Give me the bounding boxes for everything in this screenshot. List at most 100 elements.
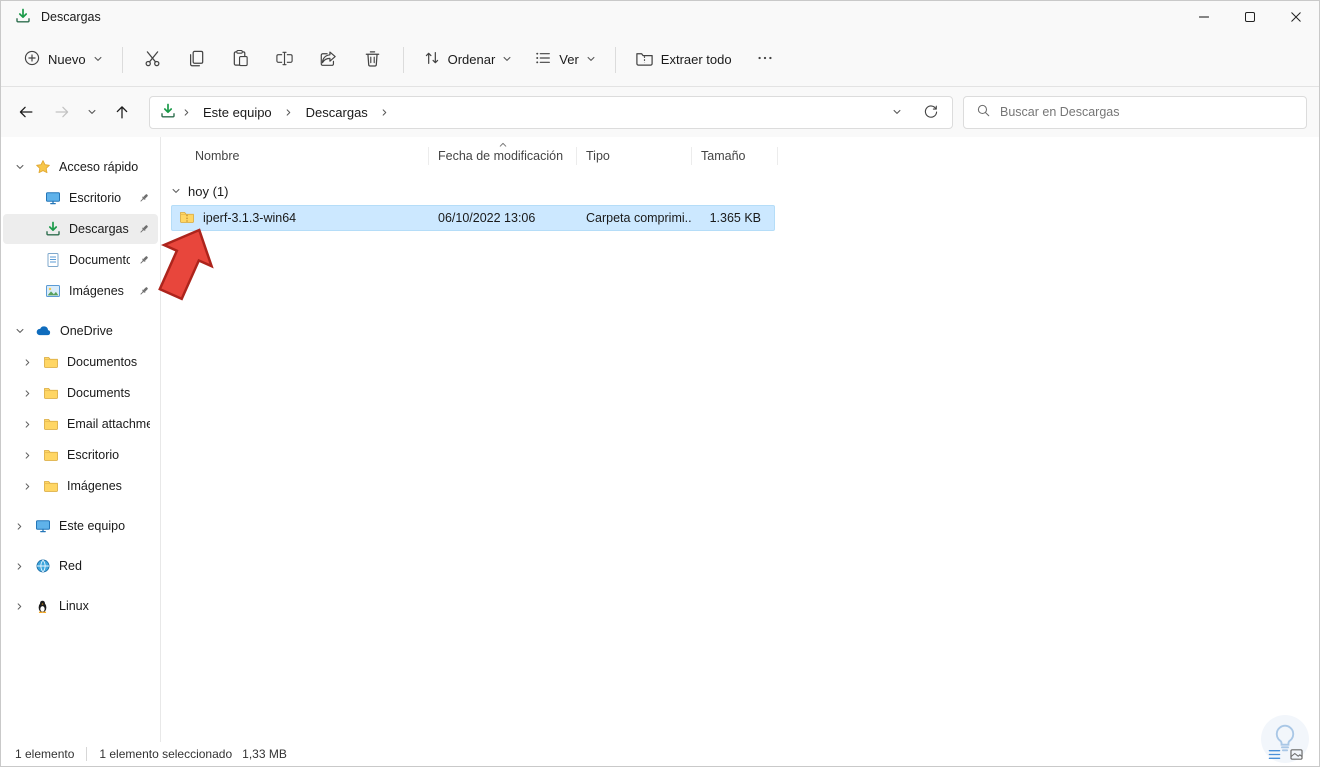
sidebar-item-onedrive[interactable]: OneDrive — [3, 316, 158, 346]
breadcrumb-this-pc[interactable]: Este equipo — [196, 101, 279, 124]
sidebar-item-onedrive-email-attachments[interactable]: Email attachments — [3, 409, 158, 439]
column-header-size[interactable]: Tamaño — [692, 147, 778, 165]
sidebar-item-onedrive-documents[interactable]: Documents — [3, 378, 158, 408]
group-header-today[interactable]: hoy (1) — [161, 179, 1319, 203]
sidebar-label: Imágenes — [67, 479, 122, 493]
view-icon — [534, 49, 552, 70]
document-icon — [45, 252, 61, 268]
sidebar-item-onedrive-imagenes[interactable]: Imágenes — [3, 471, 158, 501]
up-button[interactable] — [105, 95, 139, 129]
sidebar-item-network[interactable]: Red — [3, 551, 158, 581]
sidebar-item-imagenes[interactable]: Imágenes — [3, 276, 158, 306]
share-button[interactable] — [308, 42, 350, 78]
toolbar-divider — [402, 46, 404, 73]
sidebar-item-descargas[interactable]: Descargas — [3, 214, 158, 244]
linux-penguin-icon — [35, 599, 51, 614]
sidebar-label: Documentos — [67, 355, 138, 369]
rename-button[interactable] — [264, 42, 306, 78]
chevron-right-icon[interactable] — [23, 420, 35, 429]
search-box[interactable] — [963, 95, 1307, 129]
trash-icon — [363, 49, 382, 71]
delete-button[interactable] — [352, 42, 394, 78]
back-button[interactable] — [9, 95, 43, 129]
file-type: Carpeta comprimi... — [586, 211, 691, 225]
sort-button[interactable]: Ordenar — [413, 42, 523, 78]
downloads-icon — [45, 221, 61, 237]
chevron-down-icon[interactable] — [15, 326, 27, 336]
column-header-date[interactable]: Fecha de modificación — [429, 142, 577, 165]
sidebar-item-quick-access[interactable]: Acceso rápido — [3, 152, 158, 182]
chevron-right-icon[interactable] — [23, 358, 35, 367]
minimize-button[interactable] — [1181, 1, 1227, 33]
sidebar-item-onedrive-escritorio[interactable]: Escritorio — [3, 440, 158, 470]
large-icons-view-button[interactable] — [1288, 746, 1305, 763]
forward-button[interactable] — [45, 95, 79, 129]
file-row-selected[interactable]: iperf-3.1.3-win64 06/10/2022 13:06 Carpe… — [171, 205, 775, 231]
view-button[interactable]: Ver — [524, 42, 606, 78]
plus-icon — [23, 49, 41, 70]
chevron-down-icon — [93, 52, 103, 67]
sidebar-label: Imágenes — [69, 284, 124, 298]
sidebar-label: Linux — [59, 599, 89, 613]
sidebar-label: Escritorio — [67, 448, 120, 462]
status-bar: 1 elemento 1 elemento seleccionado 1,33 … — [1, 742, 1319, 766]
details-view-button[interactable] — [1266, 746, 1283, 763]
share-icon — [319, 49, 338, 71]
command-bar: Nuevo Ordenar Ver Extraer todo — [1, 33, 1319, 87]
address-bar[interactable]: Este equipo Descargas — [149, 95, 953, 129]
status-selection: 1 elemento seleccionado — [99, 747, 233, 761]
column-label: Tamaño — [701, 149, 746, 163]
chevron-right-icon[interactable] — [23, 482, 35, 491]
extract-all-button[interactable]: Extraer todo — [625, 42, 742, 78]
chevron-down-icon[interactable] — [171, 184, 181, 199]
search-icon — [976, 103, 991, 121]
chevron-right-icon[interactable] — [15, 602, 27, 611]
more-options-button[interactable] — [744, 42, 786, 78]
sidebar-item-escritorio[interactable]: Escritorio — [3, 183, 158, 213]
file-size: 1.365 KB — [709, 211, 761, 225]
file-date: 06/10/2022 13:06 — [438, 211, 536, 225]
chevron-right-icon[interactable] — [15, 522, 27, 531]
file-list-pane: Nombre Fecha de modificación Tipo Tamaño… — [161, 137, 1319, 742]
sidebar-label: Escritorio — [69, 191, 122, 205]
column-header-type[interactable]: Tipo — [577, 147, 692, 165]
sidebar-label: Descargas — [69, 222, 129, 236]
sidebar-item-linux[interactable]: Linux — [3, 591, 158, 621]
chevron-down-icon[interactable] — [15, 162, 27, 172]
copy-button[interactable] — [176, 42, 218, 78]
chevron-right-icon[interactable] — [377, 108, 393, 117]
sidebar-item-documentos[interactable]: Documentos — [3, 245, 158, 275]
breadcrumb-downloads[interactable]: Descargas — [299, 101, 375, 124]
sidebar-item-this-pc[interactable]: Este equipo — [3, 511, 158, 541]
sidebar-item-onedrive-documentos[interactable]: Documentos — [3, 347, 158, 377]
search-input[interactable] — [1000, 105, 1294, 119]
recent-locations-button[interactable] — [81, 95, 103, 129]
chevron-right-icon[interactable] — [23, 389, 35, 398]
chevron-right-icon[interactable] — [23, 451, 35, 460]
copy-icon — [187, 49, 206, 71]
chevron-right-icon[interactable] — [281, 108, 297, 117]
new-button[interactable]: Nuevo — [13, 42, 113, 78]
sidebar-label: Red — [59, 559, 82, 573]
column-label: Nombre — [195, 149, 240, 163]
window-title: Descargas — [41, 10, 101, 24]
annotation-arrow — [158, 228, 214, 301]
paste-button[interactable] — [220, 42, 262, 78]
column-header-name[interactable]: Nombre — [173, 147, 429, 165]
refresh-button[interactable] — [916, 98, 946, 126]
pictures-icon — [45, 283, 61, 299]
sidebar-label: Acceso rápido — [59, 160, 139, 174]
toolbar-divider — [614, 46, 616, 73]
chevron-right-icon[interactable] — [15, 562, 27, 571]
sidebar-label: Este equipo — [59, 519, 126, 533]
maximize-button[interactable] — [1227, 1, 1273, 33]
address-dropdown-button[interactable] — [882, 98, 912, 126]
downloads-icon — [160, 103, 176, 122]
chevron-right-icon[interactable] — [178, 108, 194, 117]
cut-button[interactable] — [132, 42, 174, 78]
file-explorer-window: Descargas Nuevo Ordenar Ver Extraer todo… — [0, 0, 1320, 767]
column-headers: Nombre Fecha de modificación Tipo Tamaño — [161, 141, 1319, 171]
zip-folder-icon — [635, 49, 654, 71]
close-button[interactable] — [1273, 1, 1319, 33]
